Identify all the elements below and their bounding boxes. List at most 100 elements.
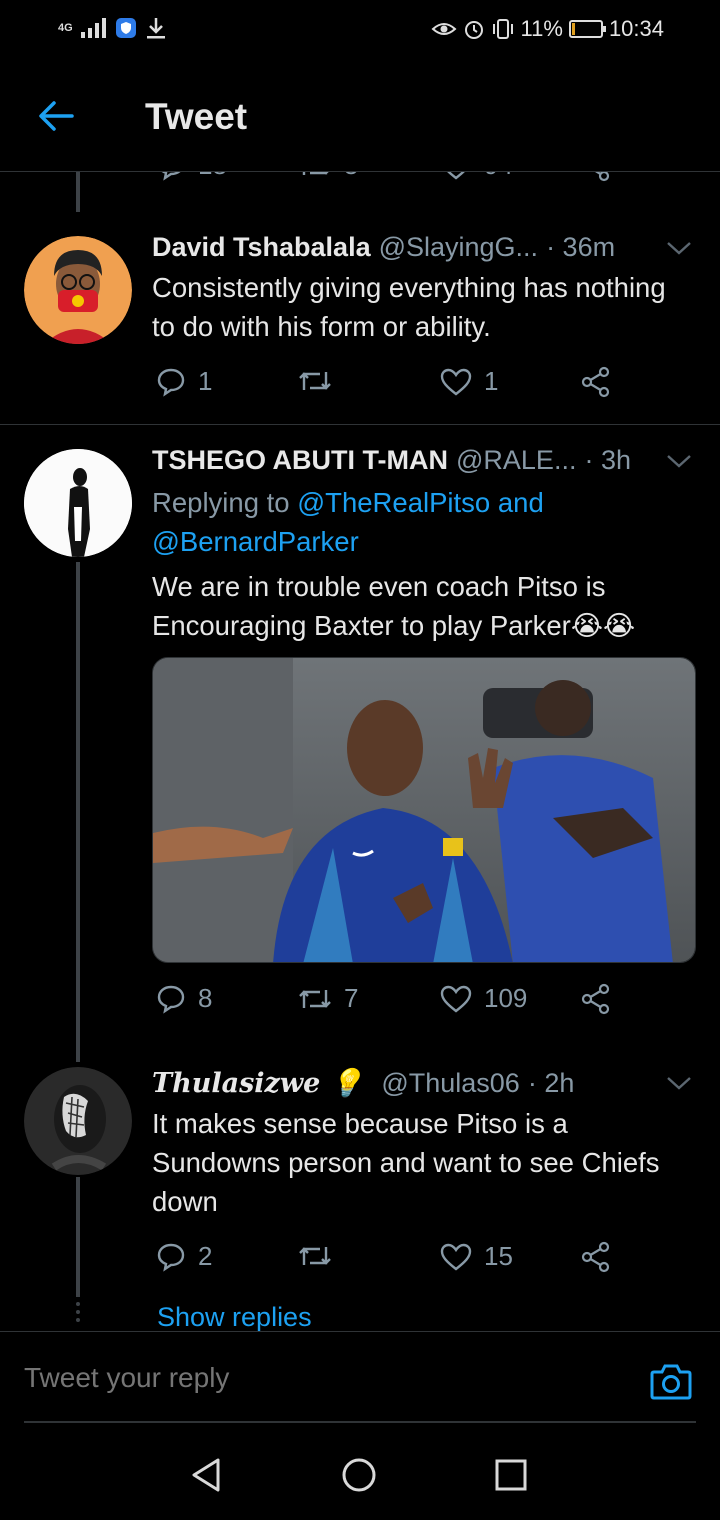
app-header: Tweet: [0, 62, 720, 172]
nav-recents-icon[interactable]: [495, 1459, 527, 1491]
vibrate-icon: [492, 19, 513, 39]
photo-coach-image: [153, 658, 695, 962]
avatar[interactable]: [24, 236, 132, 344]
tweet-text: We are in trouble even coach Pitso is En…: [152, 571, 636, 641]
reply-button[interactable]: 8: [156, 983, 212, 1014]
like-count: 94: [484, 172, 513, 181]
reply-button[interactable]: 2: [156, 1241, 212, 1272]
shield-icon: [115, 18, 136, 38]
page-title: Tweet: [145, 96, 248, 137]
reply-button[interactable]: 1: [156, 366, 212, 397]
chevron-down-icon[interactable]: [666, 1075, 692, 1091]
retweet-icon: [299, 1247, 331, 1265]
retweet-icon: [299, 989, 331, 1008]
reply-icon: [157, 1243, 185, 1272]
nav-home-icon[interactable]: [341, 1457, 377, 1493]
user-handle[interactable]: @RALE...: [456, 445, 576, 476]
clock: 10:34: [608, 16, 664, 41]
retweet-icon: [299, 372, 331, 390]
eye-icon: [431, 23, 457, 35]
reply-icon: [157, 368, 185, 397]
retweet-button[interactable]: [298, 1241, 344, 1271]
heart-icon: [440, 1243, 472, 1271]
retweet-button[interactable]: 7: [298, 983, 358, 1014]
network-type: 4G: [58, 22, 73, 34]
like-button[interactable]: 1: [440, 366, 498, 397]
reply-count: 8: [198, 983, 213, 1013]
system-nav-bar: [0, 1425, 720, 1520]
tweet-header: David Tshabalala @SlayingG... · 36m: [152, 232, 690, 263]
tweet-actions: 1 1: [152, 366, 622, 406]
reply-count: 2: [198, 1241, 213, 1271]
back-arrow-icon[interactable]: [36, 98, 76, 134]
chevron-down-icon[interactable]: [666, 453, 692, 469]
cartoon-avatar-image: [24, 236, 132, 344]
tweet-item[interactable]: David Tshabalala @SlayingG... · 36m Cons…: [0, 212, 720, 424]
replying-to-label: Replying to: [152, 487, 290, 518]
replying-to: Replying to @TheRealPitso and @BernardPa…: [152, 483, 682, 561]
tweet-time: · 3h: [584, 445, 631, 475]
retweet-count: 5: [344, 172, 358, 181]
tweet-item[interactable]: Thulasizwe 💡 @Thulas06 · 2h It makes sen…: [0, 1065, 720, 1331]
input-underline: [24, 1421, 696, 1423]
share-button[interactable]: [580, 172, 612, 182]
like-count: 109: [484, 983, 528, 1013]
like-button[interactable]: 94: [440, 172, 513, 181]
user-handle[interactable]: @Thulas06: [381, 1068, 519, 1099]
display-name[interactable]: TSHEGO ABUTI T-MAN: [152, 445, 448, 476]
heart-icon: [440, 368, 472, 396]
nav-back-icon[interactable]: [190, 1457, 222, 1493]
retweet-button[interactable]: [298, 366, 344, 396]
camera-icon[interactable]: [650, 1362, 692, 1400]
mention-link[interactable]: @BernardParker: [152, 526, 359, 557]
reply-button[interactable]: 18: [156, 172, 227, 181]
tweet-media-image[interactable]: [152, 657, 696, 963]
mention-link[interactable]: @TheRealPitso: [297, 487, 490, 518]
battery-icon: [568, 20, 606, 38]
retweet-button[interactable]: 5: [298, 172, 358, 181]
share-button[interactable]: [580, 1241, 612, 1273]
reply-count: 18: [198, 172, 227, 181]
battery-percent: 11%: [520, 16, 563, 41]
tweet-header: TSHEGO ABUTI T-MAN @RALE... · 3h: [152, 445, 690, 476]
status-bar: 4G 11% 10:34: [0, 0, 720, 62]
retweet-icon: [302, 172, 329, 175]
alarm-icon: [464, 21, 483, 39]
like-count: 15: [484, 1241, 513, 1271]
share-button[interactable]: [580, 983, 612, 1015]
share-icon: [581, 1241, 610, 1273]
share-icon: [595, 172, 610, 182]
heart-icon: [447, 172, 465, 180]
avatar[interactable]: [24, 1067, 132, 1175]
tweet-time: · 2h: [527, 1067, 575, 1098]
signal-icon: [80, 18, 106, 38]
like-button[interactable]: 109: [440, 983, 527, 1014]
display-name[interactable]: David Tshabalala: [152, 232, 371, 263]
reply-icon: [162, 172, 180, 181]
tweet-actions: 8 7 109: [152, 983, 622, 1023]
reply-icon: [157, 985, 185, 1014]
show-replies-link[interactable]: Show replies: [157, 1302, 312, 1333]
download-icon: [146, 18, 165, 39]
share-button[interactable]: [580, 366, 612, 398]
tweet-header: Thulasizwe 💡 @Thulas06 · 2h: [152, 1067, 690, 1100]
tweet-text: Consistently giving everything has nothi…: [152, 272, 666, 342]
chevron-down-icon[interactable]: [666, 240, 692, 256]
avatar[interactable]: [24, 449, 132, 557]
like-button[interactable]: 15: [440, 1241, 513, 1272]
like-count: 1: [484, 366, 499, 396]
display-name[interactable]: Thulasizwe 💡: [152, 1067, 363, 1099]
battery-level: [571, 23, 576, 35]
tweet-text: It makes sense because Pitso is a Sundow…: [152, 1108, 660, 1217]
artistic-face-avatar-image: [24, 1067, 132, 1175]
reply-input[interactable]: [24, 1362, 624, 1394]
retweet-count: 7: [344, 983, 359, 1013]
user-handle[interactable]: @SlayingG...: [379, 232, 538, 263]
reply-count: 1: [198, 366, 213, 396]
partial-action-bar: 18 5 94: [0, 172, 720, 188]
reply-composer: [0, 1331, 720, 1425]
share-icon: [581, 983, 610, 1015]
heart-icon: [440, 985, 472, 1013]
and-label[interactable]: and: [498, 487, 544, 518]
tweet-actions: 2 15: [152, 1241, 622, 1281]
